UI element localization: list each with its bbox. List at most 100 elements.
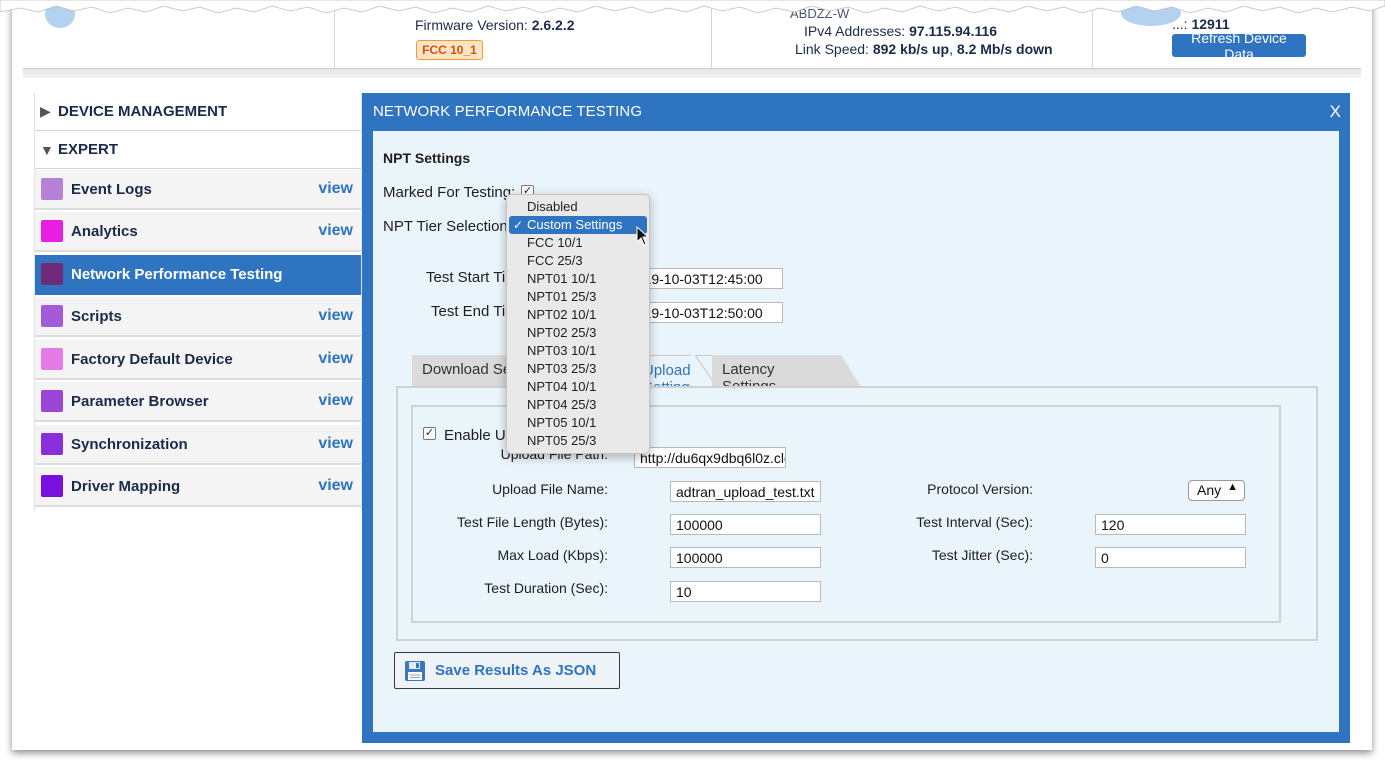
dropdown-option-label: NPT05 25/3 (527, 433, 597, 448)
dropdown-option[interactable]: ✓ Custom Settings (509, 216, 647, 234)
header-divider (23, 68, 1361, 78)
upload-name-label: Upload File Name: (492, 481, 608, 497)
marked-for-testing-label: Marked For Testing: (383, 184, 516, 201)
sidebar-item-factory-default-device[interactable]: Factory Default Device view (34, 340, 362, 380)
dropdown-option[interactable]: NPT03 25/3 (507, 360, 649, 378)
interval-input[interactable]: 120 (1095, 514, 1246, 535)
protocol-label: Protocol Version: (927, 481, 1033, 497)
duration-label: Test Duration (Sec): (484, 580, 608, 596)
view-link[interactable]: view (318, 435, 353, 453)
expanded-triangle-icon: ▼ (40, 141, 54, 158)
file-length-label: Test File Length (Bytes): (457, 514, 608, 530)
dropdown-option-label: NPT05 10/1 (527, 415, 597, 430)
upload-name-input[interactable]: adtran_upload_test.txt (670, 481, 821, 502)
updown-arrows-icon: ▲ (1227, 481, 1238, 493)
max-load-label: Max Load (Kbps): (497, 547, 609, 563)
sidebar-item-driver-mapping[interactable]: Driver Mapping view (34, 467, 362, 507)
ipv4-value: 97.115.94.116 (909, 23, 998, 39)
enable-upload-checkbox[interactable]: ✓ (423, 427, 436, 440)
sidebar-item-synchronization[interactable]: Synchronization view (34, 425, 362, 465)
sidebar-item-event-logs[interactable]: Event Logs view (34, 170, 362, 210)
link-speed-down: 8.2 Mb/s down (956, 41, 1053, 57)
jitter-label: Test Jitter (Sec): (931, 547, 1033, 563)
dropdown-option-label: NPT04 25/3 (527, 397, 597, 412)
panel-title: NETWORK PERFORMANCE TESTING (373, 103, 643, 120)
dropdown-option-label: FCC 10/1 (527, 235, 583, 250)
dropdown-option-label: NPT02 25/3 (527, 325, 597, 340)
dropdown-option[interactable]: NPT04 25/3 (507, 396, 649, 414)
view-link[interactable]: view (318, 392, 353, 410)
tab-latency-settings[interactable]: Latency Settings (712, 355, 838, 395)
link-speed-up: 892 kb/s up (872, 41, 950, 57)
dropdown-option[interactable]: NPT02 25/3 (507, 324, 649, 342)
color-swatch-icon (41, 263, 63, 285)
mouse-cursor-icon (636, 226, 650, 246)
link-speed: Link Speed: 892 kb/s up, 8.2 Mb/s down (795, 41, 1053, 57)
npt-settings-heading: NPT Settings (383, 150, 471, 166)
tab-edge-shape (837, 355, 861, 387)
protocol-select[interactable]: Any ▲ (1188, 480, 1245, 501)
sidebar-item-label: Synchronization (71, 435, 188, 453)
dropdown-option-label: Custom Settings (527, 217, 623, 232)
jitter-input[interactable]: 0 (1095, 547, 1246, 568)
dropdown-option[interactable]: Disabled (507, 198, 649, 216)
dropdown-option-label: NPT01 10/1 (527, 271, 597, 286)
sidebar-item-scripts[interactable]: Scripts view (34, 297, 362, 337)
sidebar: ▶ DEVICE MANAGEMENT ▼ EXPERT (34, 93, 362, 169)
torn-edge (0, 0, 1385, 14)
view-link[interactable]: view (318, 307, 353, 325)
sidebar-item-label: Factory Default Device (71, 350, 233, 368)
dropdown-option-label: NPT01 25/3 (527, 289, 597, 304)
save-results-json-button[interactable]: Save Results As JSON (394, 652, 620, 689)
dropdown-option-label: NPT03 10/1 (527, 343, 597, 358)
dropdown-option[interactable]: NPT05 25/3 (507, 432, 649, 450)
color-swatch-icon (41, 305, 63, 327)
sidebar-item-analytics[interactable]: Analytics view (34, 212, 362, 252)
file-length-input[interactable]: 100000 (670, 514, 821, 535)
dropdown-option-label: NPT03 25/3 (527, 361, 597, 376)
check-icon: ✓ (513, 218, 524, 232)
color-swatch-icon (41, 348, 63, 370)
refresh-device-data-button[interactable]: Refresh Device Data (1172, 30, 1306, 62)
dropdown-option[interactable]: NPT01 10/1 (507, 270, 649, 288)
link-speed-label: Link Speed: (795, 41, 869, 57)
fcc-badge: FCC 10_1 (416, 40, 483, 60)
dropdown-option-label: FCC 25/3 (527, 253, 583, 268)
dropdown-option[interactable]: NPT04 10/1 (507, 378, 649, 396)
color-swatch-icon (41, 220, 63, 242)
dropdown-option[interactable]: FCC 10/1 (507, 234, 649, 252)
sidebar-item-label: Driver Mapping (71, 477, 181, 495)
view-link[interactable]: view (318, 222, 353, 240)
link-speed-sep: , (949, 41, 953, 57)
dropdown-option[interactable]: FCC 25/3 (507, 252, 649, 270)
dropdown-option[interactable]: NPT01 25/3 (507, 288, 649, 306)
dropdown-option[interactable]: NPT03 10/1 (507, 342, 649, 360)
interval-label: Test Interval (Sec): (916, 514, 1033, 530)
duration-input[interactable]: 10 (670, 581, 821, 602)
sidebar-item-network-performance-testing[interactable]: Network Performance Testing (34, 255, 362, 295)
section-device-management[interactable]: ▶ DEVICE MANAGEMENT (34, 93, 362, 131)
section-expert[interactable]: ▼ EXPERT (34, 131, 362, 169)
ipv4-addresses: IPv4 Addresses: 97.115.94.116 (804, 23, 997, 39)
sidebar-item-label: Analytics (71, 222, 138, 240)
npt-tier-dropdown[interactable]: Disabled ✓ Custom Settings FCC 10/1 FCC 25/3… (506, 194, 650, 454)
color-swatch-icon (41, 178, 63, 200)
view-link[interactable]: view (318, 350, 353, 368)
view-link[interactable]: view (318, 180, 353, 198)
dropdown-option-label: NPT02 10/1 (527, 307, 597, 322)
view-link[interactable]: view (318, 477, 353, 495)
sidebar-item-label: Event Logs (71, 180, 152, 198)
sidebar-item-parameter-browser[interactable]: Parameter Browser view (34, 382, 362, 422)
dropdown-option[interactable]: NPT02 10/1 (507, 306, 649, 324)
dropdown-option[interactable]: NPT05 10/1 (507, 414, 649, 432)
ipv4-label: IPv4 Addresses: (804, 23, 906, 39)
close-button[interactable]: X (1330, 102, 1341, 122)
save-button-label: Save Results As JSON (435, 662, 597, 679)
upload-path-input[interactable]: http://du6qx9dbq6l0z.cloudfront.net (634, 447, 786, 468)
section-label: DEVICE MANAGEMENT (58, 103, 228, 120)
npt-tier-label: NPT Tier Selection: (383, 218, 512, 235)
section-label: EXPERT (58, 141, 119, 158)
max-load-input[interactable]: 100000 (670, 547, 821, 568)
floppy-disk-icon (405, 660, 425, 681)
dropdown-option-label: NPT04 10/1 (527, 379, 597, 394)
